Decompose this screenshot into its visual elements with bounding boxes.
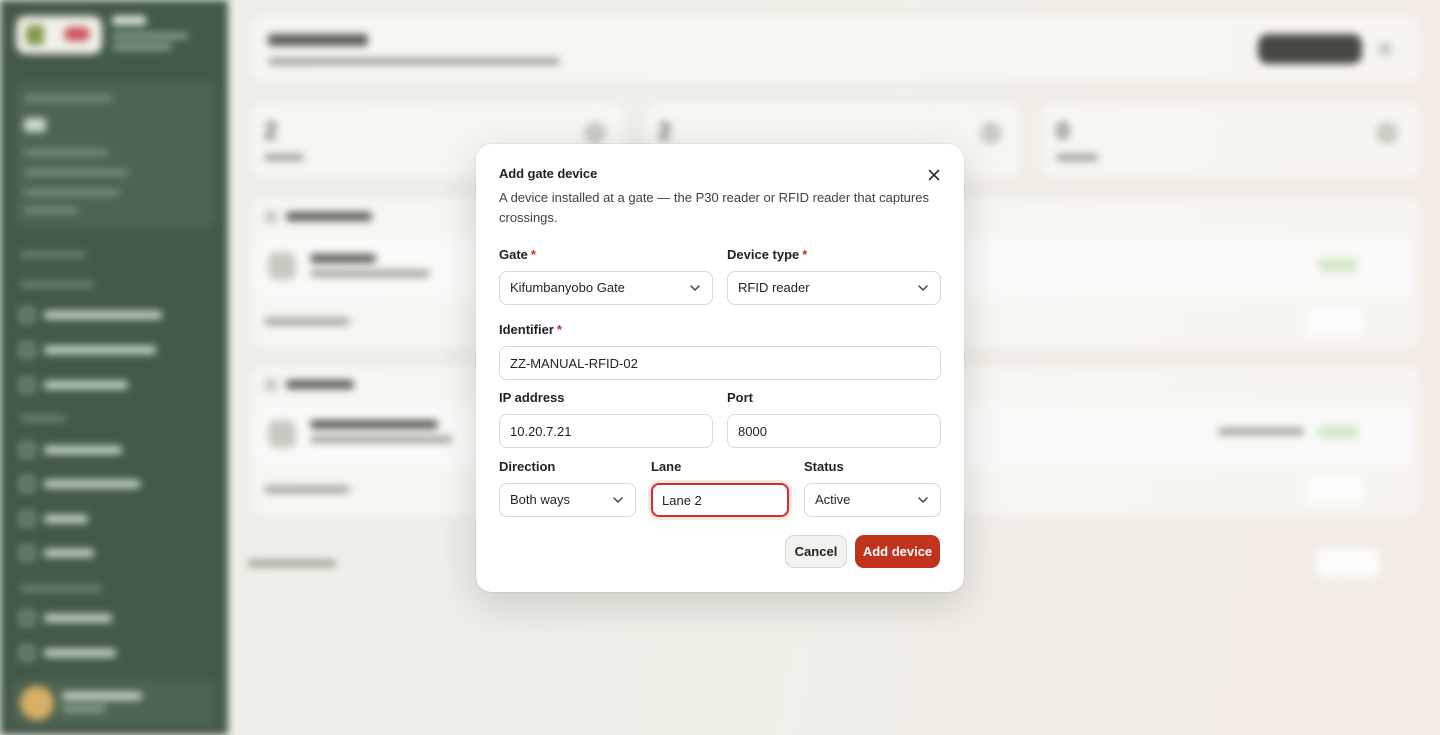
lane-label: Lane (651, 459, 682, 474)
device-type-label: Device type (727, 247, 800, 262)
port-input[interactable] (727, 414, 941, 448)
add-device-button[interactable]: Add device (855, 535, 940, 568)
gate-field: Gate * Kifumbanyobo Gate (499, 247, 713, 305)
status-select[interactable]: Active (804, 483, 941, 517)
dialog-description: A device installed at a gate — the P30 r… (499, 190, 929, 225)
close-button[interactable] (923, 164, 945, 186)
gate-select[interactable]: Kifumbanyobo Gate (499, 271, 713, 305)
status-label: Status (804, 459, 844, 474)
lane-input[interactable] (651, 483, 789, 517)
ip-address-input[interactable] (499, 414, 713, 448)
chevron-down-icon (918, 497, 928, 503)
direction-select-value: Both ways (510, 492, 570, 507)
direction-select[interactable]: Both ways (499, 483, 636, 517)
required-mark: * (802, 247, 808, 262)
port-label: Port (727, 390, 753, 405)
device-type-field: Device type * RFID reader (727, 247, 941, 305)
required-mark: * (556, 322, 562, 337)
device-type-select-value: RFID reader (738, 280, 810, 295)
identifier-label: Identifier (499, 322, 554, 337)
lane-field: Lane (651, 459, 789, 517)
ip-address-label: IP address (499, 390, 565, 405)
required-mark: * (530, 247, 536, 262)
direction-label: Direction (499, 459, 556, 474)
status-select-value: Active (815, 492, 851, 507)
port-field: Port (727, 390, 941, 448)
ip-address-field: IP address (499, 390, 713, 448)
chevron-down-icon (690, 285, 700, 291)
chevron-down-icon (613, 497, 623, 503)
dialog-title: Add gate device (499, 166, 598, 181)
direction-field: Direction Both ways (499, 459, 636, 517)
gate-select-value: Kifumbanyobo Gate (510, 280, 625, 295)
add-gate-device-dialog: Add gate device A device installed at a … (476, 144, 964, 592)
cancel-button[interactable]: Cancel (785, 535, 847, 568)
close-icon (928, 169, 940, 181)
identifier-input[interactable] (499, 346, 941, 380)
identifier-field: Identifier * (499, 322, 941, 380)
status-field: Status Active (804, 459, 941, 517)
device-type-select[interactable]: RFID reader (727, 271, 941, 305)
chevron-down-icon (918, 285, 928, 291)
gate-label: Gate (499, 247, 528, 262)
